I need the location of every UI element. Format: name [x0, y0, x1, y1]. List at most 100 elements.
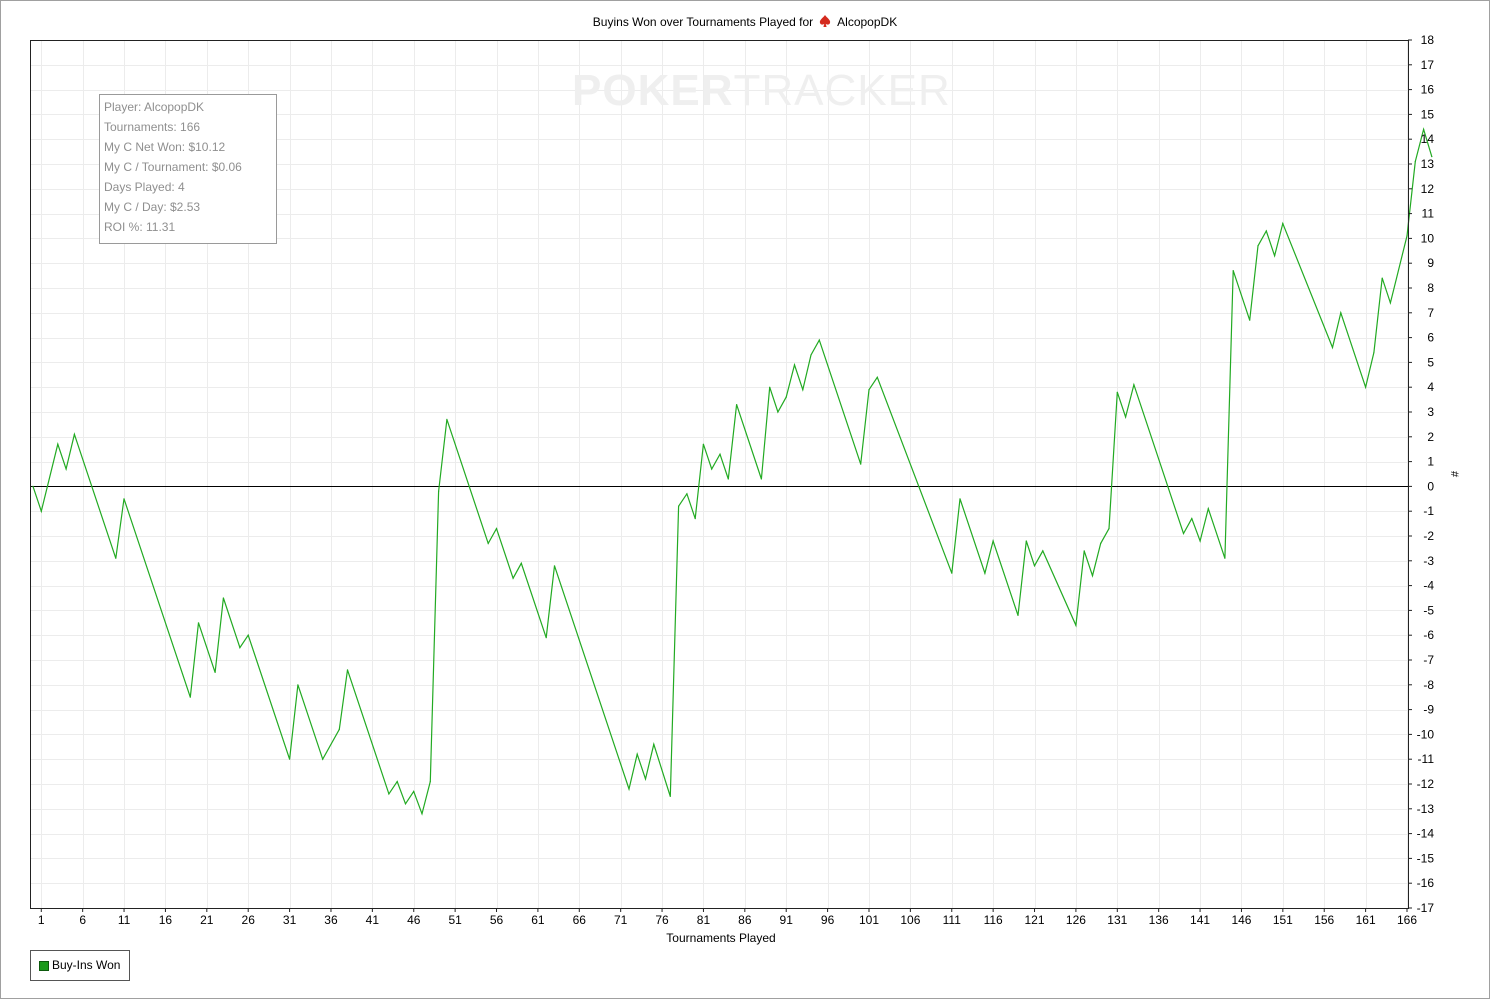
- data-point: [711, 468, 713, 470]
- data-point: [197, 622, 200, 624]
- y-tick-label: 16: [1421, 83, 1435, 97]
- x-tick-label: 121: [1025, 913, 1045, 927]
- data-point: [1340, 312, 1342, 314]
- x-tick-label: 156: [1314, 913, 1334, 927]
- x-axis-label: Tournaments Played: [666, 931, 775, 945]
- data-point: [553, 565, 556, 567]
- x-tick-label: 36: [324, 913, 338, 927]
- x-tick-label: 6: [79, 913, 86, 927]
- x-tick-label: 46: [407, 913, 421, 927]
- x-tick-label: 151: [1273, 913, 1293, 927]
- data-point: [760, 478, 763, 480]
- x-tick-label: 71: [614, 913, 628, 927]
- data-point: [421, 813, 423, 815]
- data-point: [388, 793, 390, 795]
- y-axis-label: #: [1448, 471, 1460, 478]
- data-point: [644, 778, 647, 780]
- stat-per-day: My C / Day: $2.53: [104, 200, 201, 214]
- data-point: [1282, 222, 1284, 225]
- data-point: [702, 443, 705, 445]
- data-point: [1423, 128, 1425, 130]
- y-tick-label: 18: [1421, 33, 1435, 47]
- chart-title-prefix: Buyins Won over Tournaments Played for: [592, 15, 814, 29]
- y-tick-label: -13: [1417, 802, 1435, 816]
- y-tick-label: -3: [1423, 554, 1434, 568]
- data-point: [802, 389, 804, 391]
- data-point: [793, 364, 796, 366]
- data-point: [214, 671, 216, 674]
- data-point: [1108, 528, 1110, 530]
- data-point: [1207, 508, 1209, 510]
- x-tick-label: 31: [283, 913, 297, 927]
- x-tick-label: 41: [366, 913, 380, 927]
- data-point: [785, 396, 787, 398]
- x-tick-label: 66: [573, 913, 587, 927]
- x-tick-label: 126: [1066, 913, 1086, 927]
- data-point: [818, 339, 820, 341]
- y-tick-label: -17: [1417, 901, 1435, 915]
- data-point: [628, 788, 630, 790]
- data-point: [338, 728, 340, 731]
- data-point: [984, 572, 986, 574]
- y-tick-label: 12: [1421, 182, 1435, 196]
- data-point: [1025, 540, 1027, 542]
- data-point: [1042, 550, 1044, 552]
- data-point: [413, 790, 415, 793]
- y-tick-label: -5: [1423, 603, 1434, 617]
- y-tick-label: 3: [1427, 405, 1434, 419]
- data-point: [189, 696, 191, 698]
- y-tick-label: 5: [1427, 355, 1434, 369]
- stat-per-tournament: My C / Tournament: $0.06: [104, 160, 242, 174]
- stat-tournaments: Tournaments: 166: [104, 120, 201, 134]
- data-point: [487, 542, 489, 545]
- data-point: [992, 540, 994, 542]
- data-point: [1199, 540, 1201, 542]
- data-point: [1414, 160, 1416, 163]
- y-tick-label: -8: [1423, 678, 1434, 692]
- data-point: [1075, 624, 1077, 626]
- x-tick-label: 161: [1356, 913, 1376, 927]
- legend-swatch: [39, 961, 49, 971]
- data-point: [719, 453, 721, 455]
- y-tick-label: -7: [1423, 653, 1434, 667]
- data-point: [1224, 557, 1226, 559]
- x-tick-label: 101: [859, 913, 879, 927]
- data-point: [678, 505, 680, 507]
- data-point: [1232, 270, 1234, 272]
- x-tick-label: 86: [738, 913, 752, 927]
- data-point: [446, 418, 448, 420]
- y-tick-label: -11: [1418, 752, 1435, 766]
- data-point: [876, 376, 878, 378]
- y-tick-label: -2: [1423, 529, 1434, 543]
- y-tick-label: 13: [1421, 157, 1435, 171]
- y-tick-label: 7: [1427, 306, 1434, 320]
- data-point: [1373, 351, 1375, 354]
- y-tick-label: -16: [1417, 876, 1435, 890]
- data-point: [1017, 614, 1019, 617]
- data-point: [429, 780, 431, 783]
- x-tick-label: 136: [1149, 913, 1169, 927]
- data-point: [1389, 302, 1391, 304]
- data-point: [495, 528, 498, 530]
- x-tick-label: 166: [1397, 913, 1417, 927]
- pokertracker-watermark: POKERTRACKER: [572, 66, 951, 116]
- x-tick-label: 141: [1190, 913, 1210, 927]
- data-point: [860, 463, 862, 465]
- data-point: [545, 637, 547, 639]
- y-tick-label: 2: [1427, 430, 1434, 444]
- data-point: [115, 557, 117, 559]
- data-point: [222, 597, 224, 599]
- x-tick-label: 131: [1107, 913, 1127, 927]
- data-point: [694, 518, 696, 520]
- data-point: [512, 577, 514, 579]
- data-point: [1116, 391, 1118, 393]
- y-tick-label: -6: [1423, 628, 1434, 642]
- y-tick-label: -4: [1423, 579, 1434, 593]
- chart-legend: Buy-Ins Won: [30, 950, 130, 981]
- data-point: [1249, 319, 1251, 321]
- x-tick-label: 51: [448, 913, 462, 927]
- x-tick-label: 91: [780, 913, 794, 927]
- data-point: [1274, 255, 1276, 257]
- y-tick-label: -15: [1417, 851, 1435, 865]
- data-point: [636, 753, 638, 755]
